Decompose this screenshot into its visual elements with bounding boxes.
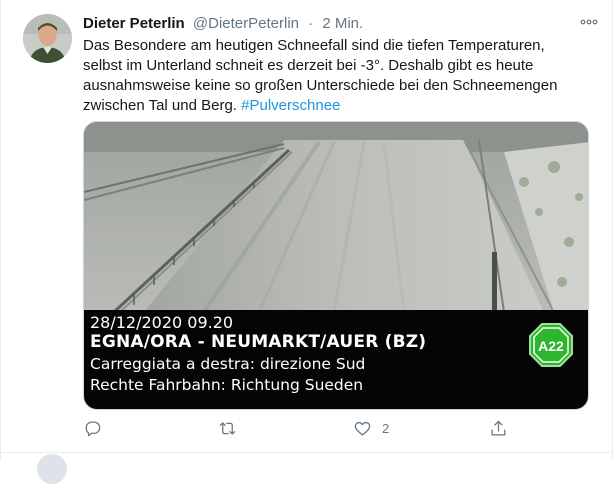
webcam-datetime: 28/12/2020 09.20 [90, 313, 234, 332]
next-tweet-avatar[interactable] [37, 454, 67, 484]
webcam-caption-overlay: 28/12/2020 09.20 EGNA/ORA - NEUMARKT/AUE… [84, 310, 588, 409]
tweet-timestamp[interactable]: 2 Min. [322, 15, 363, 32]
retweet-button[interactable] [218, 416, 237, 440]
tweet-header: Dieter Peterlin @DieterPeterlin · 2 Min. [83, 14, 572, 34]
webcam-direction-it: Carreggiata a destra: direzione Sud [90, 355, 366, 373]
retweet-icon [219, 421, 236, 435]
author-handle[interactable]: @DieterPeterlin [193, 15, 299, 32]
like-button[interactable]: 2 [353, 416, 389, 440]
webcam-location: EGNA/ORA - NEUMARKT/AUER (BZ) [90, 332, 427, 352]
reply-button[interactable] [83, 416, 102, 440]
a22-logo: A22 [528, 322, 574, 368]
share-button[interactable] [489, 416, 508, 440]
tweet-card[interactable]: Dieter Peterlin @DieterPeterlin · 2 Min.… [0, 0, 613, 484]
heart-icon [354, 421, 371, 435]
author-avatar[interactable] [23, 14, 72, 63]
share-icon [491, 420, 506, 435]
more-horizontal-icon[interactable] [578, 14, 600, 30]
like-count: 2 [382, 420, 390, 436]
author-name[interactable]: Dieter Peterlin [83, 15, 185, 32]
tweet-actions: 2 [83, 416, 523, 440]
tweet-text: Das Besondere am heutigen Schneefall sin… [83, 36, 588, 116]
tweet-divider [1, 452, 612, 453]
tweet-media-image[interactable]: 28/12/2020 09.20 EGNA/ORA - NEUMARKT/AUE… [83, 121, 589, 410]
hashtag-link[interactable]: #Pulverschnee [241, 97, 340, 114]
reply-icon [85, 421, 101, 436]
avatar-image [23, 14, 72, 63]
a22-logo-text: A22 [538, 338, 564, 354]
header-separator: · [308, 15, 314, 32]
webcam-direction-de: Rechte Fahrbahn: Richtung Sueden [90, 376, 364, 394]
